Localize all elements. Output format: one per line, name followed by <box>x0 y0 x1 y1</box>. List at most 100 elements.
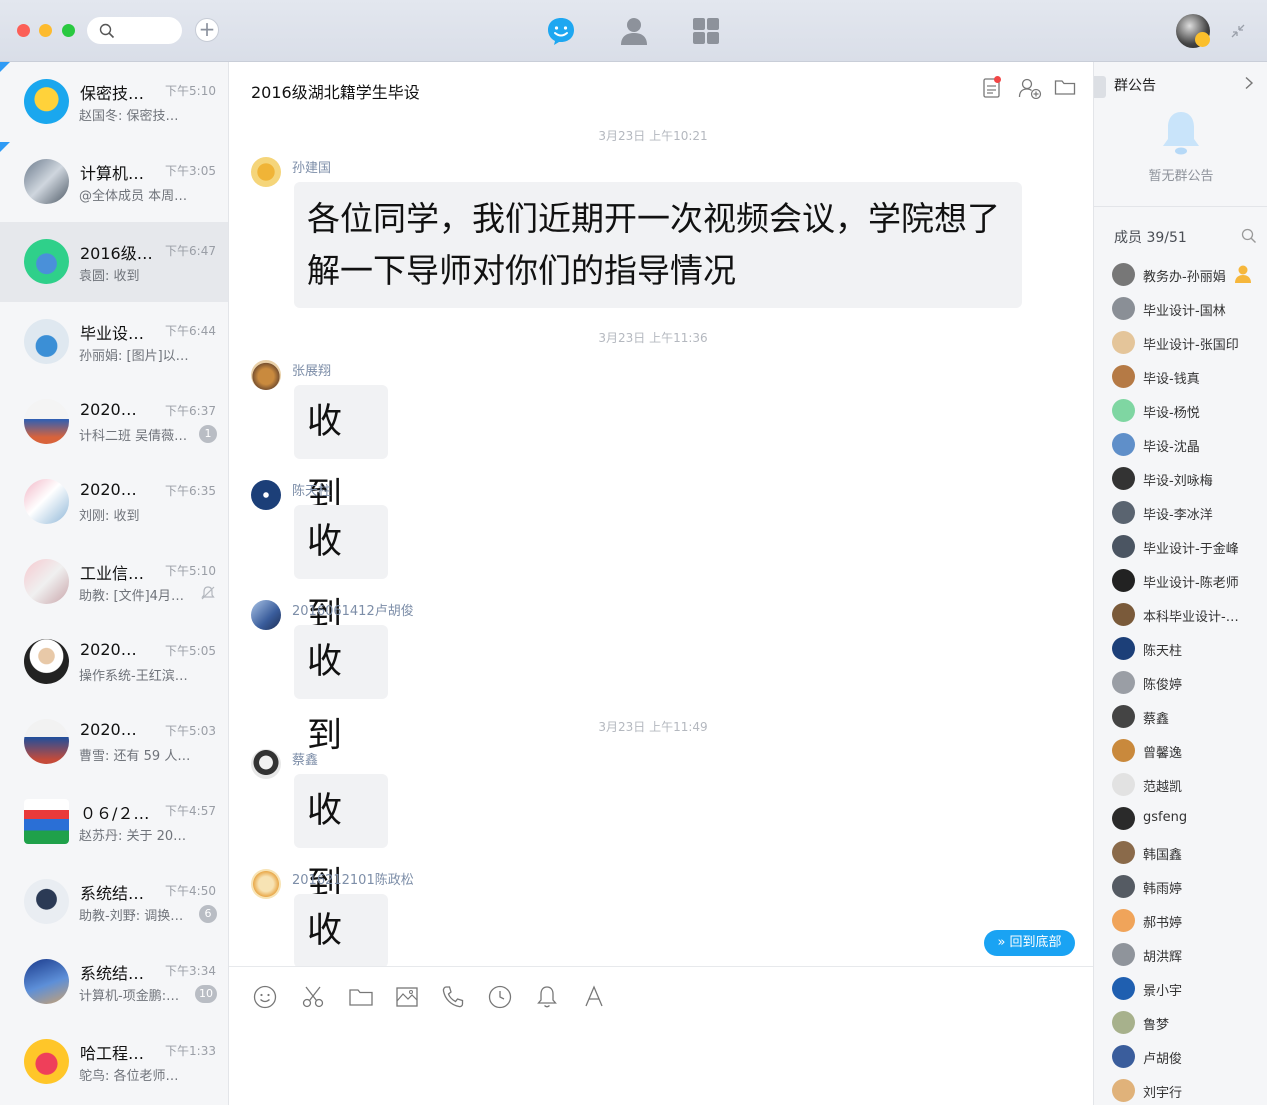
member-name: 毕业设计-张国印 <box>1143 338 1239 353</box>
conversation-item[interactable]: 2020… 下午5:05 操作系统-王红滨… <box>0 622 228 702</box>
maximize-window-button[interactable] <box>62 24 75 37</box>
phone-icon[interactable] <box>440 984 466 1010</box>
conversation-item[interactable]: 保密技… 下午5:10 赵国冬: 保密技… <box>0 62 228 142</box>
conversation-preview: 助教: [文件]4月1… <box>79 589 191 604</box>
close-window-button[interactable] <box>17 24 30 37</box>
conversation-time: 下午6:47 <box>165 244 216 258</box>
member-item[interactable]: 景小宇 <box>1112 976 1262 1002</box>
member-name: 本科毕业设计-… <box>1143 610 1239 625</box>
member-item[interactable]: 本科毕业设计-… <box>1112 602 1262 628</box>
folder-icon[interactable] <box>348 984 374 1010</box>
image-icon[interactable] <box>394 984 420 1010</box>
conversation-item[interactable]: 2016级… 下午6:47 袁圆: 收到 <box>0 222 228 302</box>
emoji-icon[interactable] <box>252 984 278 1010</box>
folder-icon[interactable] <box>1054 77 1076 97</box>
message-bubble: 收到 <box>294 625 388 756</box>
status-badge <box>1195 32 1210 47</box>
message-bubble: 收到 <box>294 774 388 905</box>
conversation-item[interactable]: 毕业设… 下午6:44 孙丽娟: [图片]以… <box>0 302 228 382</box>
chevron-right-icon[interactable] <box>1244 76 1254 90</box>
avatar <box>1112 365 1135 388</box>
search-icon[interactable] <box>1241 228 1257 244</box>
member-name: 曾馨逸 <box>1143 746 1183 761</box>
member-name: 毕设-沈晶 <box>1143 440 1200 455</box>
minimize-window-button[interactable] <box>39 24 52 37</box>
conversation-name: 保密技… <box>80 84 145 103</box>
avatar[interactable] <box>251 157 281 187</box>
member-item[interactable]: 毕业设计-于金峰 <box>1112 534 1262 560</box>
member-name: 韩国鑫 <box>1143 848 1183 863</box>
conversation-item[interactable]: 系统结… 下午4:50 助教-刘野: 调换… 6 <box>0 862 228 942</box>
member-name: 毕设-李冰洋 <box>1143 508 1213 523</box>
member-item[interactable]: 毕业设计-张国印 <box>1112 330 1262 356</box>
member-item[interactable]: 陈天柱 <box>1112 636 1262 662</box>
add-button[interactable]: + <box>195 18 219 42</box>
avatar[interactable] <box>251 600 281 630</box>
notice-title[interactable]: 群公告 <box>1114 75 1156 95</box>
avatar <box>1112 263 1135 286</box>
conversation-item[interactable]: 2020… 下午5:03 曹雪: 还有 59 人… <box>0 702 228 782</box>
conversation-preview: 操作系统-王红滨… <box>79 669 188 684</box>
member-item[interactable]: 毕设-沈晶 <box>1112 432 1262 458</box>
conversation-item[interactable]: 2020… 下午6:35 刘刚: 收到 <box>0 462 228 542</box>
scissors-icon[interactable] <box>300 984 326 1010</box>
member-item[interactable]: 毕设-钱真 <box>1112 364 1262 390</box>
member-name: 胡洪辉 <box>1143 950 1183 965</box>
member-item[interactable]: 毕设-杨悦 <box>1112 398 1262 424</box>
collapse-panel-button[interactable] <box>1094 76 1106 98</box>
back-to-bottom-button[interactable]: » 回到底部 <box>984 930 1075 956</box>
conversation-item[interactable]: 哈工程… 下午1:33 鸵鸟: 各位老师… <box>0 1022 228 1102</box>
avatar[interactable] <box>251 360 281 390</box>
avatar[interactable] <box>251 480 281 510</box>
avatar[interactable] <box>251 749 281 779</box>
member-item[interactable]: 范越凯 <box>1112 772 1262 798</box>
member-item[interactable]: 曾馨逸 <box>1112 738 1262 764</box>
unread-badge: 6 <box>199 905 217 923</box>
search-input[interactable] <box>87 17 182 44</box>
member-name: 韩雨婷 <box>1143 882 1183 897</box>
conversation-item[interactable]: 2020… 下午6:37 计科二班 吴倩薇:… 1 <box>0 382 228 462</box>
apps-grid-icon[interactable] <box>690 15 722 47</box>
conversation-item[interactable]: 计算机… 下午3:05 @全体成员 本周… <box>0 142 228 222</box>
avatar <box>1112 467 1135 490</box>
message-list[interactable]: 3月23日 上午10:21 孙建国 各位同学，我们近期开一次视频会议，学院想了解… <box>229 114 1093 966</box>
conversation-item[interactable]: ０６/２… 下午4:57 赵苏丹: 关于 20… <box>0 782 228 862</box>
member-item[interactable]: 陈俊婷 <box>1112 670 1262 696</box>
member-item[interactable]: 鲁梦 <box>1112 1010 1262 1036</box>
member-item[interactable]: 毕业设计-国林 <box>1112 296 1262 322</box>
member-item[interactable]: 刘宇行 <box>1112 1078 1262 1104</box>
member-item[interactable]: 教务办-孙丽娟 <box>1112 262 1262 288</box>
member-item[interactable]: 毕设-李冰洋 <box>1112 500 1262 526</box>
add-user-icon[interactable] <box>1018 77 1042 99</box>
conversation-time: 下午3:34 <box>165 964 216 978</box>
message-sender: 2016061412卢胡俊 <box>292 604 414 619</box>
avatar[interactable] <box>251 869 281 899</box>
member-item[interactable]: 郝书婷 <box>1112 908 1262 934</box>
member-item[interactable]: 毕业设计-陈老师 <box>1112 568 1262 594</box>
bell-icon <box>1163 112 1199 155</box>
message-sender: 孙建国 <box>292 161 332 176</box>
member-name: 毕设-钱真 <box>1143 372 1200 387</box>
shrink-window-icon[interactable] <box>1229 22 1247 40</box>
contacts-icon[interactable] <box>618 15 650 47</box>
member-item[interactable]: 韩国鑫 <box>1112 840 1262 866</box>
conversation-preview: 袁圆: 收到 <box>79 269 140 284</box>
conversation-item[interactable]: 工业信… 下午5:10 助教: [文件]4月1… <box>0 542 228 622</box>
avatar <box>1112 399 1135 422</box>
avatar <box>1112 807 1135 830</box>
member-item[interactable]: 毕设-刘咏梅 <box>1112 466 1262 492</box>
conversation-item[interactable]: 系统结… 下午3:34 计算机-项金鹏:… 10 <box>0 942 228 1022</box>
message-bubble: 收到 <box>294 894 388 966</box>
member-item[interactable]: 卢胡俊 <box>1112 1044 1262 1070</box>
avatar <box>1112 841 1135 864</box>
font-icon[interactable] <box>581 984 607 1010</box>
conversation-name: 2020… <box>80 400 137 419</box>
member-item[interactable]: 韩雨婷 <box>1112 874 1262 900</box>
bell-icon[interactable] <box>534 984 560 1010</box>
member-item[interactable]: 胡洪辉 <box>1112 942 1262 968</box>
chat-bubble-icon[interactable] <box>545 15 577 47</box>
member-name: 陈天柱 <box>1143 644 1183 659</box>
member-item[interactable]: gsfeng <box>1112 806 1262 832</box>
member-item[interactable]: 蔡鑫 <box>1112 704 1262 730</box>
history-icon[interactable] <box>487 984 513 1010</box>
